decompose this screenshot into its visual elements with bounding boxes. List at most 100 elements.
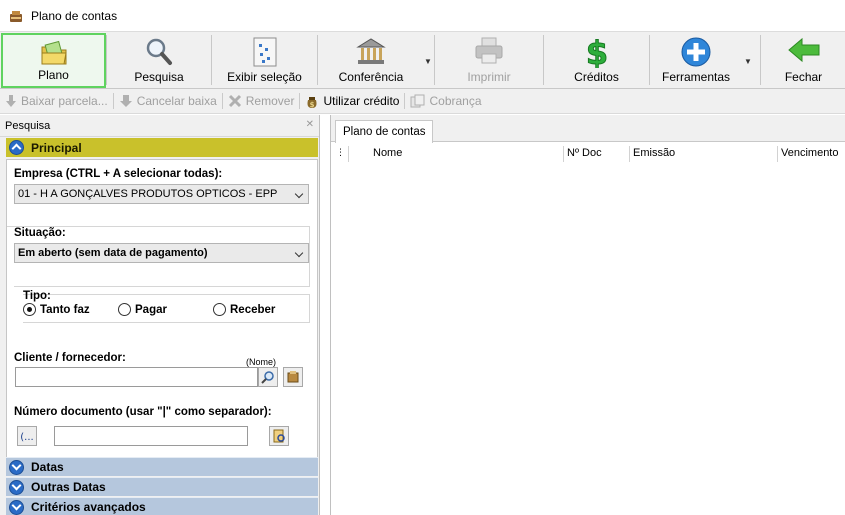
radio-icon xyxy=(213,303,226,316)
expand-chevron-icon xyxy=(9,459,24,475)
cancel-down-arrow-icon xyxy=(119,95,132,107)
tipo-pagar-radio[interactable]: Pagar xyxy=(118,303,167,316)
creditos-label: Créditos xyxy=(574,70,619,84)
datas-section-header[interactable]: Datas xyxy=(6,457,318,476)
conferencia-button[interactable]: Conferência xyxy=(319,33,423,88)
column-nome[interactable]: Nome xyxy=(373,147,402,159)
collapse-chevron-icon xyxy=(9,140,24,155)
numero-lookup-button[interactable] xyxy=(269,426,289,446)
column-vencimento[interactable]: Vencimento xyxy=(781,147,838,159)
imprimir-button[interactable]: Imprimir xyxy=(436,33,542,88)
cobranca-button[interactable]: Cobrança xyxy=(405,91,486,112)
empresa-label: Empresa (CTRL + A selecionar todas): xyxy=(14,168,223,180)
radio-icon xyxy=(118,303,131,316)
tipo-tanto-faz-radio[interactable]: Tanto faz xyxy=(23,303,90,316)
criterios-avancados-section-header[interactable]: Critérios avançados xyxy=(6,497,318,515)
ferramentas-label: Ferramentas xyxy=(661,70,731,84)
chevron-down-icon xyxy=(294,248,304,258)
pesquisa-label: Pesquisa xyxy=(134,70,184,84)
expand-chevron-icon xyxy=(9,499,24,515)
datas-title: Datas xyxy=(31,460,64,474)
document-search-icon xyxy=(273,429,285,443)
tipo-tanto-faz-label: Tanto faz xyxy=(40,303,90,316)
magnifier-icon xyxy=(146,38,172,65)
outras-datas-section-header[interactable]: Outras Datas xyxy=(6,477,318,496)
plano-label: Plano xyxy=(38,68,69,82)
column-emissao[interactable]: Emissão xyxy=(633,147,675,159)
baixar-parcela-button[interactable]: Baixar parcela... xyxy=(0,91,113,112)
cancelar-baixa-label: Cancelar baixa xyxy=(136,94,217,108)
utilizar-credito-button[interactable]: $ Utilizar crédito xyxy=(300,91,404,112)
main-toolbar: Plano Pesquisa Exibir seleção Conferênci… xyxy=(0,31,845,89)
tab-plano-de-contas-label: Plano de contas xyxy=(343,126,426,138)
search-panel: Pesquisa ✕ Principal Empresa (CTRL + A s… xyxy=(0,115,320,515)
numero-options-button[interactable]: (... xyxy=(17,426,37,446)
svg-text:$: $ xyxy=(585,36,607,68)
printer-icon xyxy=(475,37,503,64)
cliente-label: Cliente / fornecedor: xyxy=(14,352,126,364)
tab-plano-de-contas[interactable]: Plano de contas xyxy=(335,120,434,143)
cliente-search-button[interactable] xyxy=(258,367,278,387)
cliente-lookup-button[interactable] xyxy=(283,367,303,387)
conferencia-label: Conferência xyxy=(338,70,404,84)
principal-section-body: Empresa (CTRL + A selecionar todas): 01 … xyxy=(6,159,318,465)
tipo-receber-radio[interactable]: Receber xyxy=(213,303,275,316)
ferramentas-dropdown-icon[interactable]: ▼ xyxy=(744,57,752,66)
empresa-value: 01 - H A GONÇALVES PRODUTOS OPTICOS - EP… xyxy=(18,188,278,200)
cobranca-label: Cobrança xyxy=(429,94,482,108)
numero-documento-input[interactable] xyxy=(54,426,248,446)
svg-text:(...: (... xyxy=(20,432,33,442)
radio-selected-icon xyxy=(23,303,36,316)
remover-label: Remover xyxy=(245,94,295,108)
svg-text:$: $ xyxy=(310,101,315,109)
plano-button[interactable]: Plano xyxy=(1,33,106,88)
numero-documento-label: Número documento (usar "|" como separado… xyxy=(14,406,272,418)
situacao-label: Situação: xyxy=(14,227,66,239)
situacao-select[interactable]: Em aberto (sem data de pagamento) xyxy=(14,243,309,263)
address-book-icon xyxy=(287,371,299,383)
search-icon xyxy=(261,371,274,384)
money-bag-icon xyxy=(10,10,22,22)
column-numero-doc[interactable]: Nº Doc xyxy=(567,147,602,159)
documents-icon xyxy=(410,94,425,108)
cancelar-baixa-button[interactable]: Cancelar baixa xyxy=(114,91,222,112)
fechar-label: Fechar xyxy=(784,70,823,84)
imprimir-label: Imprimir xyxy=(467,70,511,84)
bank-icon xyxy=(356,38,386,64)
empresa-select[interactable]: 01 - H A GONÇALVES PRODUTOS OPTICOS - EP… xyxy=(14,184,309,204)
plus-circle-icon xyxy=(681,37,711,67)
window-title: Plano de contas xyxy=(31,8,118,23)
ferramentas-button[interactable]: Ferramentas xyxy=(651,33,741,88)
principal-section-header[interactable]: Principal xyxy=(6,138,318,157)
title-bar: Plano de contas xyxy=(0,0,845,31)
remove-x-icon xyxy=(228,94,241,108)
down-arrow-icon xyxy=(6,95,16,107)
selection-icon xyxy=(253,37,276,67)
principal-title: Principal xyxy=(31,140,82,155)
row-selector-icon[interactable]: ⋮ xyxy=(336,147,345,158)
results-panel: Plano de contas ⋮ Nome Nº Doc Emissão Ve… xyxy=(330,115,845,515)
close-icon[interactable]: ✕ xyxy=(306,119,314,130)
chevron-down-icon xyxy=(294,189,304,199)
remover-button[interactable]: Remover xyxy=(223,91,300,112)
situacao-value: Em aberto (sem data de pagamento) xyxy=(18,247,208,259)
pesquisa-button[interactable]: Pesquisa xyxy=(108,33,210,88)
tipo-label: Tipo: xyxy=(23,290,51,302)
dollar-icon: $ xyxy=(585,36,608,68)
cliente-hint: (Nome) xyxy=(246,357,277,367)
fechar-button[interactable]: Fechar xyxy=(762,33,845,88)
exibir-selecao-label: Exibir seleção xyxy=(227,70,302,84)
folder-icon xyxy=(41,40,67,65)
grid-header: ⋮ Nome Nº Doc Emissão Vencimento xyxy=(331,144,845,164)
action-bar: Baixar parcela... Cancelar baixa Remover… xyxy=(0,89,845,114)
search-panel-header: Pesquisa xyxy=(0,115,319,137)
conferencia-dropdown-icon[interactable]: ▼ xyxy=(424,57,432,66)
cliente-input[interactable] xyxy=(15,367,258,387)
credit-bag-icon: $ xyxy=(307,96,317,109)
baixar-parcela-label: Baixar parcela... xyxy=(21,94,108,108)
tipo-pagar-label: Pagar xyxy=(135,303,167,316)
expand-chevron-icon xyxy=(9,479,24,495)
exibir-selecao-button[interactable]: Exibir seleção xyxy=(213,33,316,88)
creditos-button[interactable]: $ Créditos xyxy=(545,33,648,88)
search-panel-title: Pesquisa xyxy=(5,119,51,132)
